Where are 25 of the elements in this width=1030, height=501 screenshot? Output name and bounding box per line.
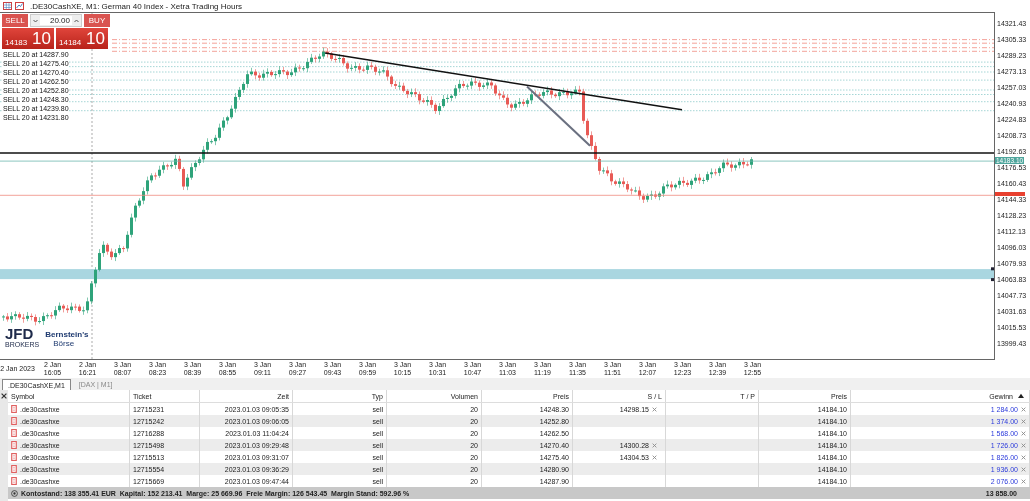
logo-text: Bernstein's (45, 330, 89, 339)
bid-pips: 10 (32, 28, 51, 49)
info-circle-icon (11, 489, 18, 497)
close-icon[interactable] (1, 393, 7, 399)
ask-price: 14184 (59, 37, 82, 47)
window-title: .DE30CashXE, M1: German 40 Index - Xetra Trading Hours (30, 1, 243, 11)
ask-price-marker (995, 191, 1025, 196)
sort-ascending-icon[interactable] (1018, 393, 1024, 398)
sell-button[interactable]: SELL (2, 14, 28, 27)
brand-logo: JFD (5, 327, 35, 341)
logo-text: Börse (53, 339, 76, 348)
document-icon (11, 429, 17, 437)
ask-quote[interactable]: 14184 10 (56, 28, 108, 49)
document-icon (11, 477, 17, 485)
document-icon (11, 465, 17, 473)
zone-handle-icon[interactable] (991, 278, 994, 282)
bid-price: 14183 (5, 37, 28, 47)
ask-pips: 10 (86, 28, 105, 49)
document-icon (11, 441, 17, 449)
document-icon (11, 417, 17, 425)
bid-quote[interactable]: 14183 10 (2, 28, 54, 49)
buy-button[interactable]: BUY (84, 14, 110, 27)
document-icon (11, 405, 17, 413)
zone-handle-icon[interactable] (991, 267, 994, 271)
document-icon (11, 453, 17, 461)
